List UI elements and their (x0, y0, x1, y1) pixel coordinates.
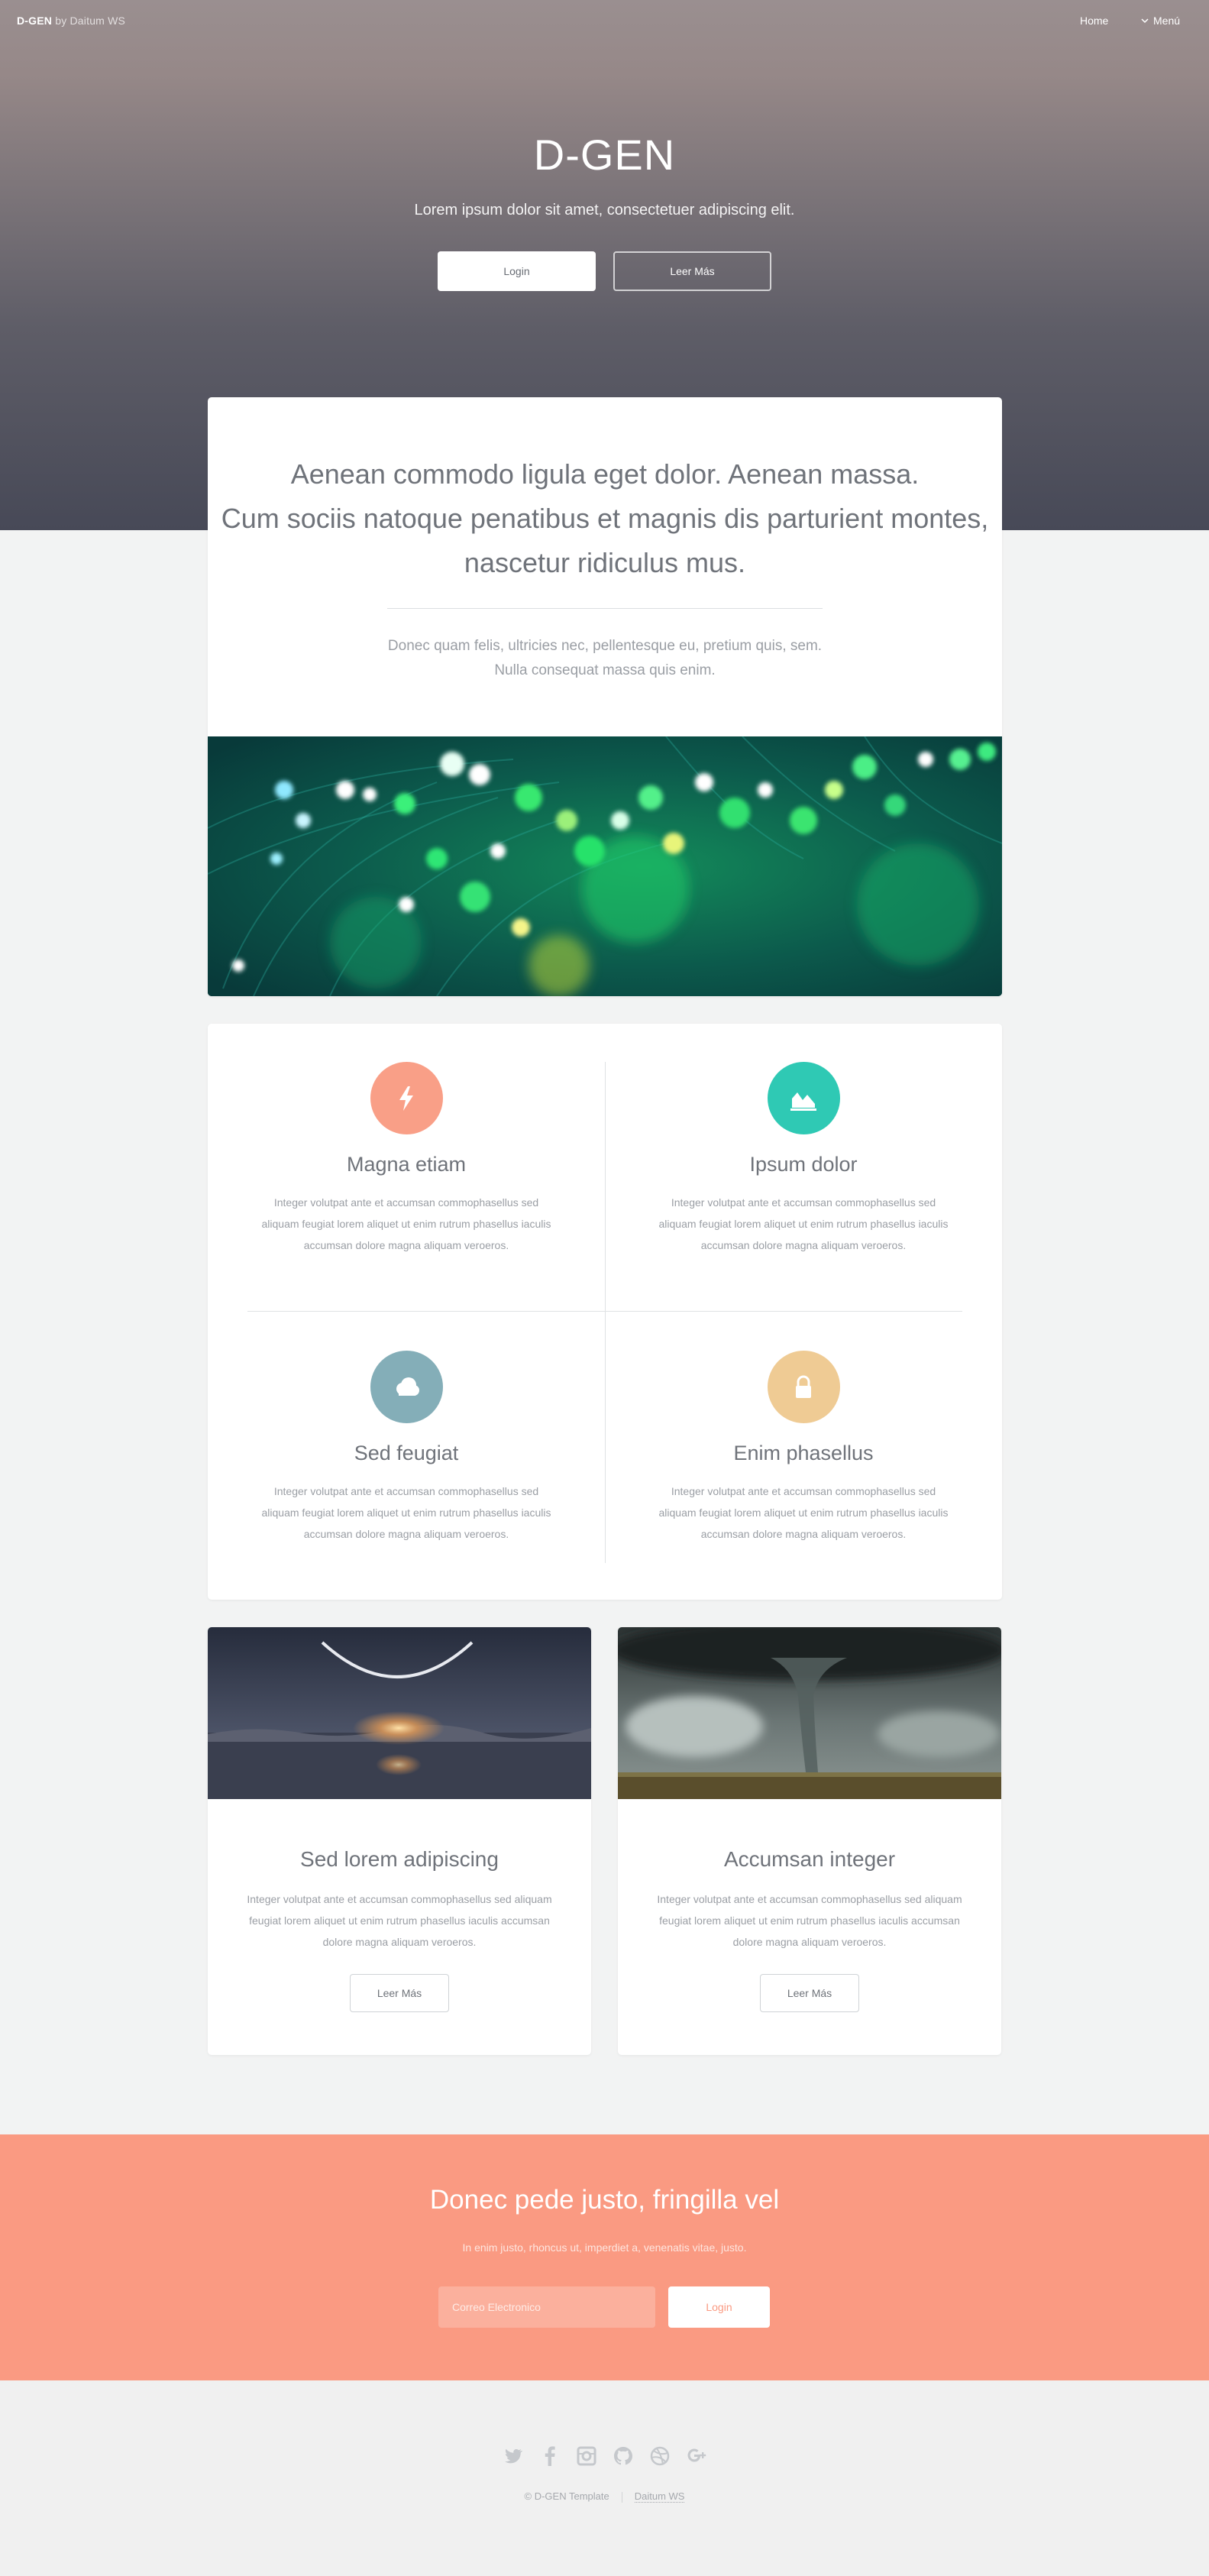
feature-text: Integer volutpat ante et accumsan commop… (658, 1196, 949, 1251)
intro-lead-line: nascetur ridiculus mus. (464, 547, 746, 578)
post-title[interactable]: Accumsan integer (618, 1847, 1001, 1872)
nav-home-link[interactable]: Home (1080, 15, 1108, 27)
post-text: Integer volutpat ante et accumsan commop… (247, 1893, 552, 1948)
dribbble-icon[interactable] (648, 2445, 671, 2468)
chevron-down-icon (1141, 18, 1149, 24)
feature-title: Enim phasellus (733, 1442, 874, 1464)
feature-text: Integer volutpat ante et accumsan commop… (261, 1485, 551, 1540)
post-card: Accumsan integer Integer volutpat ante e… (618, 1627, 1001, 2055)
feature-text: Integer volutpat ante et accumsan commop… (261, 1196, 551, 1251)
email-placeholder: Correo Electronico (452, 2301, 541, 2313)
nav-menu-toggle[interactable]: Menú (1141, 15, 1180, 27)
post-title[interactable]: Sed lorem adipiscing (208, 1847, 591, 1872)
intro-card: Aenean commodo ligula eget dolor. Aenean… (208, 397, 1002, 996)
copyright-line: © D-GEN Template Daitum WS (0, 2490, 1209, 2503)
feature-item: Sed feugiat Integer volutpat ante et acc… (208, 1351, 605, 1545)
feature-item: Enim phasellus Integer volutpat ante et … (605, 1351, 1002, 1545)
social-links (0, 2445, 1209, 2468)
read-more-button[interactable]: Leer Más (350, 1974, 449, 2012)
feature-title: Ipsum dolor (749, 1153, 858, 1176)
cloud-icon (370, 1351, 443, 1423)
read-more-button[interactable]: Leer Más (760, 1974, 859, 2012)
instagram-icon[interactable] (575, 2445, 598, 2468)
copyright-text: © D-GEN Template (524, 2490, 609, 2502)
facebook-icon[interactable] (538, 2445, 561, 2468)
hero-title: D-GEN (533, 131, 676, 179)
features-card: Magna etiam Integer volutpat ante et acc… (208, 1024, 1002, 1600)
area-chart-icon (767, 1062, 840, 1134)
feature-title: Magna etiam (346, 1153, 467, 1176)
signup-section: Donec pede justo, fringilla vel In enim … (0, 2134, 1209, 2380)
footer: © D-GEN Template Daitum WS (0, 2380, 1209, 2576)
github-icon[interactable] (612, 2445, 635, 2468)
signup-login-button[interactable]: Login (668, 2286, 770, 2328)
feature-text: Integer volutpat ante et accumsan commop… (658, 1485, 949, 1540)
fiber-optics-image (208, 736, 1002, 996)
tornado-image (618, 1627, 1001, 1799)
hero-subtitle: Lorem ipsum dolor sit amet, consectetuer… (414, 202, 795, 218)
lock-icon (767, 1351, 840, 1423)
signup-title: Donec pede justo, fringilla vel (429, 2185, 780, 2215)
email-field[interactable]: Correo Electronico (438, 2286, 655, 2328)
intro-small-line: Nulla consequat massa quis enim. (494, 662, 716, 678)
divider (387, 608, 823, 609)
bolt-icon (370, 1062, 443, 1134)
post-card: Sed lorem adipiscing Integer volutpat an… (208, 1627, 591, 2055)
divider (247, 1311, 962, 1312)
feature-item: Ipsum dolor Integer volutpat ante et acc… (605, 1062, 1002, 1256)
google-plus-icon[interactable] (685, 2445, 708, 2468)
hero-login-button[interactable]: Login (438, 251, 596, 291)
intro-small-line: Donec quam felis, ultricies nec, pellent… (387, 638, 823, 654)
twitter-icon[interactable] (502, 2445, 525, 2468)
signup-subtitle: In enim justo, rhoncus ut, imperdiet a, … (462, 2241, 747, 2254)
moonrise-image (208, 1627, 591, 1799)
intro-lead-text: Aenean commodo ligula eget dolor. Aenean… (208, 452, 1002, 585)
nav-menu-label: Menú (1153, 15, 1181, 27)
intro-lead-line: Cum sociis natoque penatibus et magnis d… (221, 503, 989, 534)
intro-lead-line: Aenean commodo ligula eget dolor. Aenean… (290, 458, 920, 490)
credit-link[interactable]: Daitum WS (634, 2490, 685, 2503)
brand-name: D-GEN (17, 15, 53, 27)
intro-small-text: Donec quam felis, ultricies nec, pellent… (208, 634, 1002, 683)
feature-title: Sed feugiat (354, 1442, 459, 1464)
hero-read-more-button[interactable]: Leer Más (613, 251, 771, 291)
top-navbar: D-GEN by Daitum WS Home Menú (0, 0, 1209, 43)
brand-by: by Daitum WS (55, 15, 126, 27)
feature-item: Magna etiam Integer volutpat ante et acc… (208, 1062, 605, 1256)
brand-logo[interactable]: D-GEN by Daitum WS (17, 15, 125, 27)
post-text: Integer volutpat ante et accumsan commop… (657, 1893, 962, 1948)
